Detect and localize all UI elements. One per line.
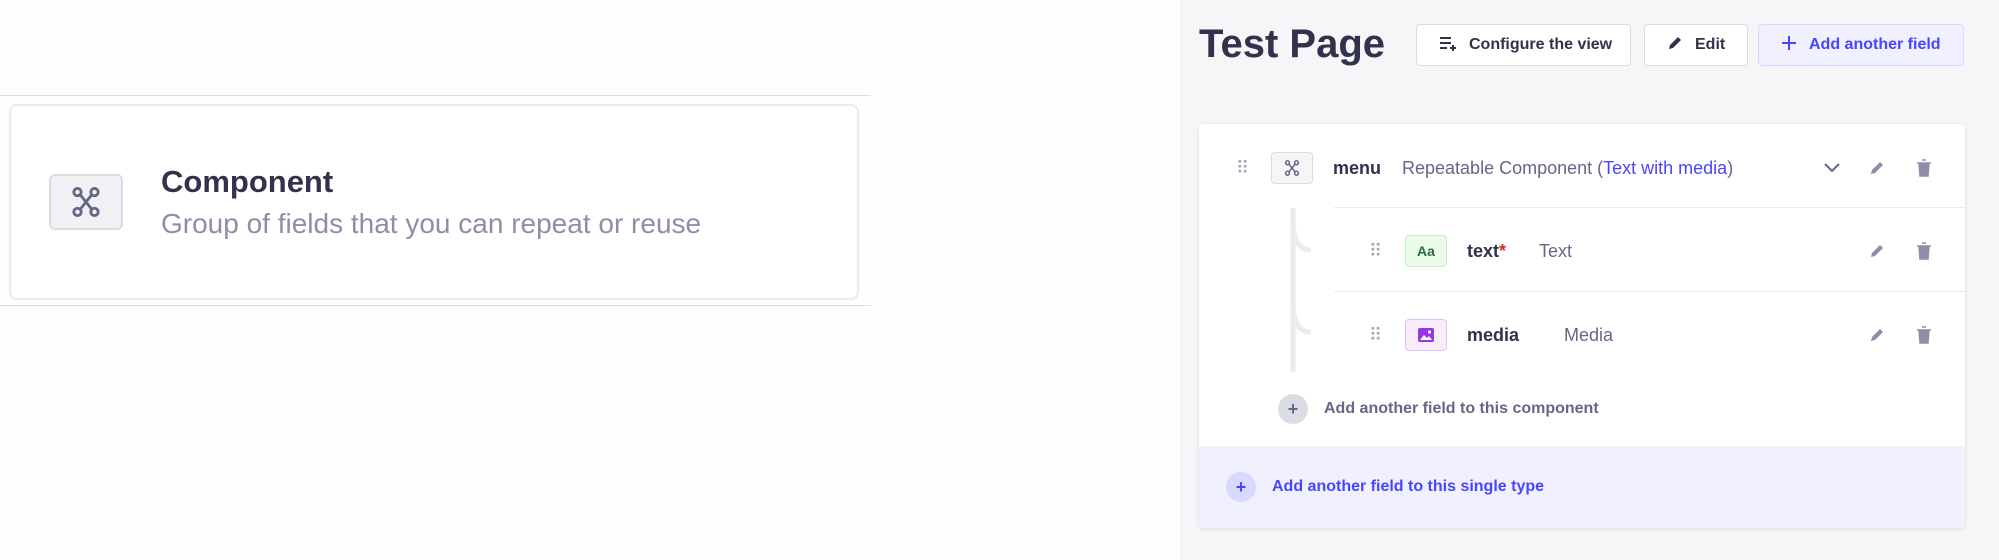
divider <box>0 95 871 96</box>
add-field-to-single-type-label: Add another field to this single type <box>1272 478 1545 495</box>
choice-title: Component <box>161 164 334 199</box>
add-field-to-single-type-button[interactable]: + Add another field to this single type <box>1199 446 1965 528</box>
pencil-icon <box>1667 35 1683 56</box>
pencil-icon[interactable] <box>1865 323 1889 347</box>
drag-handle-icon[interactable]: ⠿ <box>1369 325 1382 346</box>
configure-view-button[interactable]: Configure the view <box>1416 24 1631 66</box>
field-type-prefix: Repeatable Component ( <box>1402 157 1604 178</box>
field-name: text* <box>1467 241 1506 262</box>
field-type-suffix: ) <box>1727 157 1734 178</box>
choice-description: Group of fields that you can repeat or r… <box>161 208 702 239</box>
field-name-text: text <box>1467 240 1500 261</box>
plus-icon: + <box>1278 394 1308 424</box>
plus-icon <box>1781 35 1797 56</box>
required-mark: * <box>1499 240 1507 261</box>
trash-icon[interactable] <box>1912 323 1936 347</box>
edit-label: Edit <box>1695 36 1726 53</box>
field-row-menu[interactable]: ⠿ menu Repeatable Component (Text with m… <box>1199 148 1965 188</box>
pencil-icon[interactable] <box>1865 156 1889 180</box>
add-another-field-button[interactable]: Add another field <box>1758 24 1964 66</box>
field-type-chooser: Component Group of fields that you can r… <box>0 0 1180 560</box>
component-icon <box>1271 152 1313 184</box>
field-name: menu <box>1333 157 1382 178</box>
page-title: Test Page <box>1199 22 1385 66</box>
field-name: media <box>1467 324 1520 345</box>
plus-icon: + <box>1226 472 1256 502</box>
add-another-field-label: Add another field <box>1809 36 1941 53</box>
field-type: Text <box>1539 240 1573 261</box>
trash-icon[interactable] <box>1912 239 1936 263</box>
drag-handle-icon[interactable]: ⠿ <box>1236 158 1249 179</box>
component-link[interactable]: Text with media <box>1603 158 1727 178</box>
list-settings-icon <box>1439 35 1457 56</box>
text-field-icon: Aa <box>1405 235 1447 267</box>
component-icon <box>49 174 123 230</box>
trash-icon[interactable] <box>1912 156 1936 180</box>
media-field-icon <box>1405 319 1447 351</box>
field-row-media[interactable]: ⠿ media Media <box>1199 315 1965 355</box>
field-type: Media <box>1564 324 1614 345</box>
row-divider <box>1334 291 1965 292</box>
field-type: Repeatable Component (Text with media) <box>1402 158 1733 179</box>
pencil-icon[interactable] <box>1865 239 1889 263</box>
configure-view-label: Configure the view <box>1469 36 1613 53</box>
edit-button[interactable]: Edit <box>1644 24 1748 66</box>
drag-handle-icon[interactable]: ⠿ <box>1369 241 1382 262</box>
fields-panel: ⠿ menu Repeatable Component (Text with m… <box>1199 124 1965 528</box>
field-row-text[interactable]: ⠿ Aa text* Text <box>1199 231 1965 271</box>
add-field-to-component-button[interactable]: + Add another field to this component <box>1278 394 1599 424</box>
divider <box>0 305 871 306</box>
chevron-down-icon[interactable] <box>1820 156 1844 180</box>
row-divider <box>1334 207 1965 208</box>
component-choice-card[interactable]: Component Group of fields that you can r… <box>9 104 859 300</box>
content-type-builder: Test Page Configure the view Edit Add an… <box>1180 0 1999 560</box>
add-field-to-component-label: Add another field to this component <box>1324 400 1599 417</box>
